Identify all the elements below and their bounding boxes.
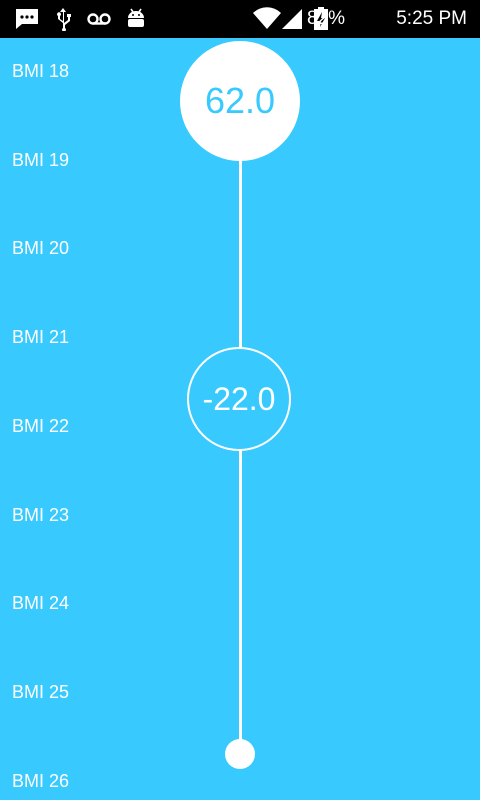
signal-icon [282,9,302,29]
bmi-label-24: BMI 24 [12,593,70,613]
slider-handle[interactable] [225,739,255,769]
message-icon [16,9,38,29]
usb-icon [57,8,71,31]
bmi-label-20: BMI 20 [12,238,70,258]
bmi-label-25: BMI 25 [12,682,70,702]
slider-track-lower [239,450,242,742]
middle-value-bubble[interactable]: -22.0 [187,347,291,451]
bmi-label-18: BMI 18 [12,61,70,81]
bmi-slider-screen: BMI 18 BMI 19 BMI 20 BMI 21 BMI 22 BMI 2… [0,38,480,800]
wifi-icon [253,7,281,29]
top-value-bubble[interactable]: 62.0 [180,41,300,161]
voicemail-icon [87,13,111,25]
slider-track-upper [239,158,242,348]
status-bar: 82% 5:25 PM [0,0,480,38]
battery-percent: 82% [306,8,345,29]
bmi-label-23: BMI 23 [12,505,70,525]
bmi-label-26: BMI 26 [12,771,70,791]
android-icon [128,8,144,27]
top-value-text: 62.0 [204,80,276,121]
bmi-label-21: BMI 21 [12,327,70,347]
bmi-label-22: BMI 22 [12,416,70,436]
bmi-label-19: BMI 19 [12,150,70,170]
clock: 5:25 PM [396,8,467,29]
middle-value-text: -22.0 [202,380,276,417]
